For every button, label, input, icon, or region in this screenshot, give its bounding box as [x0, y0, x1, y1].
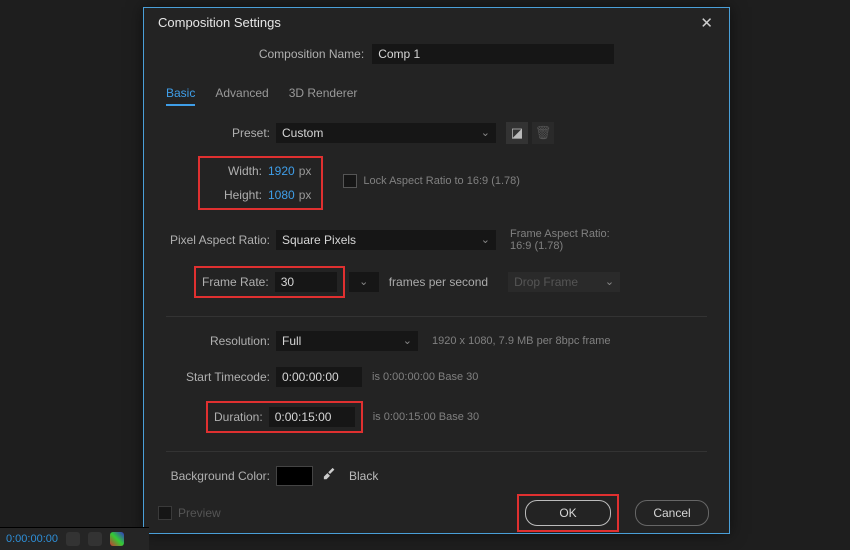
fps-highlight: Frame Rate:	[194, 266, 345, 298]
tab-3d-renderer[interactable]: 3D Renderer	[289, 86, 358, 106]
lock-aspect-row: Lock Aspect Ratio to 16:9 (1.78)	[343, 174, 520, 188]
resolution-value: Full	[282, 334, 301, 348]
chevron-down-icon: ⌄	[605, 275, 614, 288]
fps-label: Frame Rate:	[202, 275, 269, 289]
duration-label: Duration:	[214, 410, 263, 424]
close-icon[interactable]: ✕	[694, 12, 719, 34]
duration-input[interactable]	[269, 407, 355, 427]
bgcolor-label: Background Color:	[158, 469, 270, 483]
rgb-icon[interactable]	[110, 532, 124, 546]
dialog-title: Composition Settings	[158, 15, 281, 30]
save-preset-icon[interactable]: ◪	[506, 122, 528, 144]
dropframe-select: Drop Frame ⌄	[508, 272, 620, 292]
duration-highlight: Duration:	[206, 401, 363, 433]
lock-aspect-label: Lock Aspect Ratio to 16:9 (1.78)	[363, 175, 520, 187]
timeline-timecode[interactable]: 0:00:00:00	[6, 533, 58, 545]
separator	[166, 316, 707, 317]
width-value[interactable]: 1920	[268, 164, 295, 178]
preview-row: Preview	[158, 506, 221, 520]
fps-unit: frames per second	[389, 275, 488, 289]
tabs: Basic Advanced 3D Renderer	[158, 78, 715, 106]
far-value: 16:9 (1.78)	[510, 240, 610, 252]
bgcolor-name: Black	[349, 469, 378, 483]
fps-input[interactable]	[275, 272, 337, 292]
trash-icon[interactable]: 🗑	[532, 122, 554, 144]
dialog-body: Composition Name: Basic Advanced 3D Rend…	[144, 38, 729, 494]
tab-basic[interactable]: Basic	[166, 86, 195, 106]
preset-label: Preset:	[158, 126, 270, 140]
separator	[166, 451, 707, 452]
par-select[interactable]: Square Pixels ⌄	[276, 230, 496, 250]
ok-highlight: OK	[517, 494, 619, 532]
comp-name-input[interactable]	[372, 44, 614, 64]
dimensions-highlight: Width: 1920 px Height: 1080 px	[198, 156, 323, 210]
height-value[interactable]: 1080	[268, 188, 295, 202]
preset-select[interactable]: Custom ⌄	[276, 123, 496, 143]
height-unit: px	[299, 188, 312, 202]
start-tc-note: is 0:00:00:00 Base 30	[372, 371, 478, 383]
width-unit: px	[299, 164, 312, 178]
par-value: Square Pixels	[282, 233, 356, 247]
timeline-strip: 0:00:00:00	[0, 527, 149, 550]
bgcolor-swatch[interactable]	[276, 466, 313, 486]
start-tc-input[interactable]	[276, 367, 362, 387]
fps-dropdown-icon[interactable]: ⌄	[349, 272, 379, 292]
comp-name-label: Composition Name:	[259, 47, 364, 61]
dialog-titlebar: Composition Settings ✕	[144, 8, 729, 38]
camera-icon[interactable]	[66, 532, 80, 546]
eyedropper-icon[interactable]	[323, 467, 337, 484]
preview-checkbox[interactable]	[158, 506, 172, 520]
chevron-down-icon: ⌄	[403, 334, 412, 347]
par-label: Pixel Aspect Ratio:	[158, 233, 270, 247]
cloud-icon[interactable]	[88, 532, 102, 546]
resolution-note: 1920 x 1080, 7.9 MB per 8bpc frame	[432, 335, 611, 347]
start-tc-label: Start Timecode:	[158, 370, 270, 384]
duration-note: is 0:00:15:00 Base 30	[373, 411, 479, 423]
tab-advanced[interactable]: Advanced	[215, 86, 268, 106]
composition-settings-dialog: Composition Settings ✕ Composition Name:…	[143, 7, 730, 534]
resolution-select[interactable]: Full ⌄	[276, 331, 418, 351]
cancel-button[interactable]: Cancel	[635, 500, 709, 526]
width-label: Width:	[206, 164, 262, 178]
dropframe-value: Drop Frame	[514, 275, 578, 289]
dialog-footer: Preview OK Cancel	[144, 494, 729, 533]
lock-aspect-checkbox[interactable]	[343, 174, 357, 188]
far-label: Frame Aspect Ratio:	[510, 228, 610, 240]
chevron-down-icon: ⌄	[481, 126, 490, 139]
resolution-label: Resolution:	[158, 334, 270, 348]
preset-value: Custom	[282, 126, 323, 140]
preview-label: Preview	[178, 506, 221, 520]
chevron-down-icon: ⌄	[481, 233, 490, 246]
height-label: Height:	[206, 188, 262, 202]
far-block: Frame Aspect Ratio: 16:9 (1.78)	[510, 228, 610, 252]
ok-button[interactable]: OK	[525, 500, 611, 526]
